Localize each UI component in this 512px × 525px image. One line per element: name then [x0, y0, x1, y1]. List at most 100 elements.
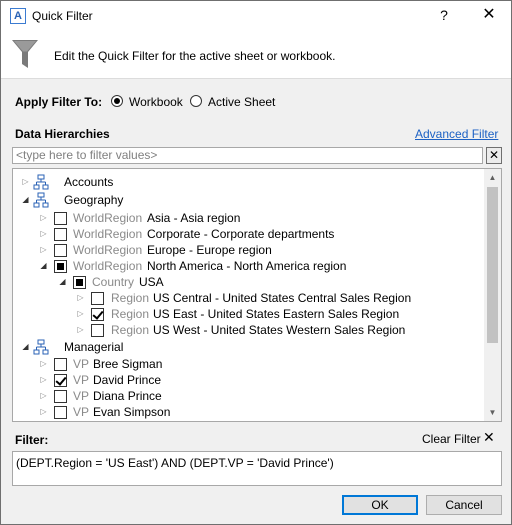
- level-name: VP: [73, 357, 90, 371]
- level-name: VP: [73, 373, 90, 387]
- tree-item-label: Accounts: [64, 175, 114, 189]
- quick-filter-dialog: A Quick Filter ? ✕ Edit the Quick Filter…: [0, 0, 512, 525]
- collapse-arrow-icon[interactable]: ◢: [21, 339, 30, 355]
- tree-row-geography[interactable]: ◢ Geography: [13, 192, 483, 208]
- tree-item-label: North America - North America region: [147, 259, 347, 273]
- tree-item-label: US West - United States Western Sales Re…: [153, 323, 406, 337]
- expand-arrow-icon[interactable]: ▷: [76, 322, 85, 338]
- checkbox[interactable]: [54, 260, 67, 273]
- help-button[interactable]: ?: [433, 4, 455, 26]
- funnel-icon: [12, 40, 38, 68]
- level-name: WorldRegion: [73, 211, 143, 225]
- expand-arrow-icon[interactable]: ▷: [39, 226, 48, 242]
- clear-filter-icon[interactable]: ✕: [483, 429, 495, 446]
- checkbox[interactable]: [54, 374, 67, 387]
- level-name: WorldRegion: [73, 259, 143, 273]
- level-name: Country: [92, 275, 135, 289]
- tree-row-asia[interactable]: ▷ WorldRegion Asia - Asia region: [13, 210, 483, 226]
- tree-row-diana-prince[interactable]: ▷ VP Diana Prince: [13, 388, 483, 404]
- collapse-arrow-icon[interactable]: ◢: [39, 258, 48, 274]
- advanced-filter-link[interactable]: Advanced Filter: [415, 127, 498, 141]
- level-name: Region: [111, 291, 150, 305]
- tree-row-bree-sigman[interactable]: ▷ VP Bree Sigman: [13, 356, 483, 372]
- tree-item-label: US East - United States Eastern Sales Re…: [153, 307, 400, 321]
- description-text: Edit the Quick Filter for the active she…: [54, 49, 336, 63]
- clear-search-button[interactable]: ✕: [486, 147, 502, 164]
- tree-item-label: Asia - Asia region: [147, 211, 241, 225]
- tree-item-label: David Prince: [93, 373, 162, 387]
- checkbox[interactable]: [73, 276, 86, 289]
- hierarchy-icon: [33, 174, 49, 190]
- expand-arrow-icon[interactable]: ▷: [21, 174, 30, 190]
- workbook-radio[interactable]: [111, 95, 123, 107]
- tree-item-label: USA: [139, 275, 164, 289]
- clear-filter-button[interactable]: Clear Filter: [422, 432, 481, 446]
- ok-button[interactable]: OK: [342, 495, 418, 515]
- active-sheet-radio[interactable]: [190, 95, 202, 107]
- checkbox[interactable]: [54, 406, 67, 419]
- data-hierarchies-label: Data Hierarchies: [15, 127, 110, 141]
- tree-row-us-east[interactable]: ▷ Region US East - United States Eastern…: [13, 306, 483, 322]
- checkbox[interactable]: [91, 308, 104, 321]
- checkbox[interactable]: [91, 292, 104, 305]
- tree-scrollbar[interactable]: ▲ ▼: [484, 169, 501, 421]
- tree-item-label: Europe - Europe region: [147, 243, 272, 257]
- filter-values-input[interactable]: <type here to filter values>: [12, 147, 483, 164]
- tree-row-usa[interactable]: ◢ Country USA: [13, 274, 483, 290]
- apply-filter-label: Apply Filter To:: [15, 95, 103, 109]
- scroll-down-icon[interactable]: ▼: [484, 404, 501, 421]
- tree-item-label: Geography: [64, 193, 124, 207]
- expand-arrow-icon[interactable]: ▷: [39, 356, 48, 372]
- level-name: VP: [73, 405, 90, 419]
- tree-item-label: Diana Prince: [93, 389, 162, 403]
- tree-item-label: Evan Simpson: [93, 405, 171, 419]
- expand-arrow-icon[interactable]: ▷: [76, 290, 85, 306]
- tree-row-accounts[interactable]: ▷ Accounts: [13, 174, 483, 190]
- level-name: WorldRegion: [73, 243, 143, 257]
- expand-arrow-icon[interactable]: ▷: [39, 210, 48, 226]
- hierarchy-icon: [33, 339, 49, 355]
- checkbox[interactable]: [91, 324, 104, 337]
- hierarchy-tree[interactable]: ▷ Accounts ◢ Geography ▷ WorldRegion Asi…: [12, 168, 502, 422]
- level-name: Region: [111, 323, 150, 337]
- description-banner: Edit the Quick Filter for the active she…: [1, 31, 511, 79]
- tree-row-david-prince[interactable]: ▷ VP David Prince: [13, 372, 483, 388]
- tree-row-evan-simpson[interactable]: ▷ VP Evan Simpson: [13, 404, 483, 420]
- title-bar: A Quick Filter ? ✕: [1, 1, 511, 31]
- level-name: WorldRegion: [73, 227, 143, 241]
- tree-item-label: Corporate - Corporate departments: [147, 227, 335, 241]
- tree-row-corporate[interactable]: ▷ WorldRegion Corporate - Corporate depa…: [13, 226, 483, 242]
- checkbox[interactable]: [54, 358, 67, 371]
- workbook-radio-label[interactable]: Workbook: [129, 95, 183, 109]
- expand-arrow-icon[interactable]: ▷: [39, 242, 48, 258]
- level-name: Region: [111, 307, 150, 321]
- expand-arrow-icon[interactable]: ▷: [76, 306, 85, 322]
- collapse-arrow-icon[interactable]: ◢: [21, 192, 30, 208]
- tree-row-us-west[interactable]: ▷ Region US West - United States Western…: [13, 322, 483, 338]
- filter-label: Filter:: [15, 433, 49, 447]
- checkbox[interactable]: [54, 244, 67, 257]
- active-sheet-radio-label[interactable]: Active Sheet: [208, 95, 275, 109]
- app-logo-icon: A: [10, 8, 26, 24]
- expand-arrow-icon[interactable]: ▷: [39, 372, 48, 388]
- tree-row-europe[interactable]: ▷ WorldRegion Europe - Europe region: [13, 242, 483, 258]
- tree-item-label: US Central - United States Central Sales…: [153, 291, 412, 305]
- checkbox[interactable]: [54, 228, 67, 241]
- filter-expression-box[interactable]: (DEPT.Region = 'US East') AND (DEPT.VP =…: [12, 451, 502, 486]
- expand-arrow-icon[interactable]: ▷: [39, 388, 48, 404]
- tree-row-north-america[interactable]: ◢ WorldRegion North America - North Amer…: [13, 258, 483, 274]
- expand-arrow-icon[interactable]: ▷: [39, 404, 48, 420]
- tree-item-label: Managerial: [64, 340, 124, 354]
- close-button[interactable]: ✕: [477, 4, 501, 26]
- tree-row-managerial[interactable]: ◢ Managerial: [13, 339, 483, 355]
- hierarchy-icon: [33, 192, 49, 208]
- window-title: Quick Filter: [32, 9, 93, 23]
- checkbox[interactable]: [54, 212, 67, 225]
- collapse-arrow-icon[interactable]: ◢: [58, 274, 67, 290]
- cancel-button[interactable]: Cancel: [426, 495, 502, 515]
- scroll-thumb[interactable]: [487, 187, 498, 343]
- checkbox[interactable]: [54, 390, 67, 403]
- scroll-up-icon[interactable]: ▲: [484, 169, 501, 186]
- tree-item-label: Bree Sigman: [93, 357, 163, 371]
- tree-row-us-central[interactable]: ▷ Region US Central - United States Cent…: [13, 290, 483, 306]
